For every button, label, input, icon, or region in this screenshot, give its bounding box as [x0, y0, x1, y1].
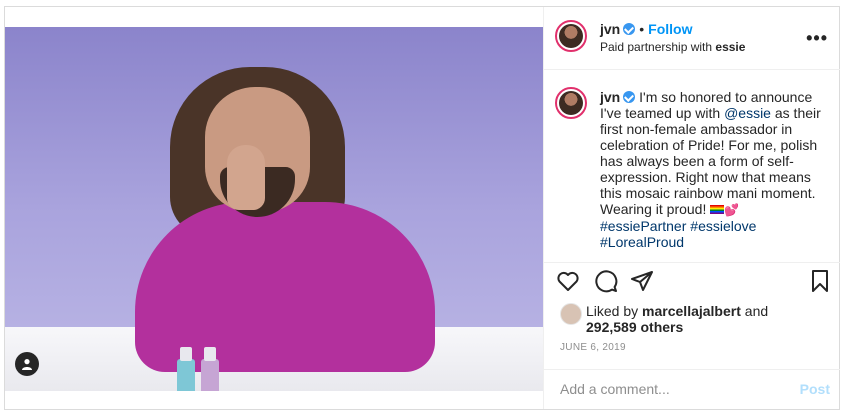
author-line: jvn • Follow — [600, 21, 692, 37]
hashtag-link[interactable]: #essielove — [690, 218, 756, 234]
action-bar — [544, 269, 840, 299]
liker-avatar[interactable] — [560, 303, 582, 325]
post-header: jvn • Follow Paid partnership with essie •… — [544, 7, 840, 70]
separator-dot: • — [639, 21, 645, 37]
heart-icon[interactable] — [556, 269, 582, 295]
caption-text: jvn I'm so honored to announce I've team… — [600, 89, 830, 250]
author-username[interactable]: jvn — [600, 21, 620, 37]
likes-count[interactable]: 292,589 others — [586, 319, 683, 335]
mention-link[interactable]: @essie — [724, 105, 771, 121]
likes-text: Liked by marcellajalbert and 292,589 oth… — [586, 303, 836, 335]
bookmark-icon[interactable] — [808, 269, 834, 295]
partnership-label: Paid partnership with essie — [600, 40, 745, 54]
verified-icon — [623, 23, 636, 35]
likes-prefix: Liked by — [586, 303, 639, 319]
hearts-emoji: 💕 — [724, 203, 740, 217]
verified-icon — [623, 91, 636, 103]
post-image[interactable] — [5, 27, 543, 391]
post-date[interactable]: JUNE 6, 2019 — [560, 342, 626, 353]
caption-username[interactable]: jvn — [600, 89, 620, 105]
comment-bar: Add a comment... Post — [544, 369, 840, 410]
more-options-icon[interactable]: ••• — [806, 28, 828, 49]
author-avatar[interactable] — [555, 20, 587, 52]
comment-input[interactable]: Add a comment... — [560, 381, 670, 397]
user-icon[interactable] — [15, 352, 39, 376]
rainbow-flag-icon — [710, 205, 725, 214]
person-hand — [227, 145, 265, 210]
polish-bottle-blue — [177, 347, 195, 391]
polish-bottle-purple — [201, 347, 219, 391]
caption-avatar[interactable] — [555, 87, 587, 119]
partnership-prefix: Paid partnership with — [600, 40, 713, 54]
likes-conj: and — [744, 303, 769, 319]
share-icon[interactable] — [630, 269, 656, 295]
follow-button[interactable]: Follow — [648, 21, 692, 37]
caption-body-end: as their first non-female ambassador in … — [600, 105, 821, 217]
post-sidebar: jvn • Follow Paid partnership with essie •… — [543, 7, 840, 409]
comment-icon[interactable] — [594, 269, 620, 295]
liker-username[interactable]: marcellajalbert — [642, 303, 741, 319]
post-comment-button[interactable]: Post — [800, 381, 830, 397]
partner-link[interactable]: essie — [715, 40, 745, 54]
hashtag-link[interactable]: #LorealProud — [600, 234, 684, 250]
caption-area: jvn I'm so honored to announce I've team… — [544, 69, 840, 263]
post-frame: jvn • Follow Paid partnership with essie •… — [4, 6, 840, 410]
hashtag-link[interactable]: #essiePartner — [600, 218, 686, 234]
